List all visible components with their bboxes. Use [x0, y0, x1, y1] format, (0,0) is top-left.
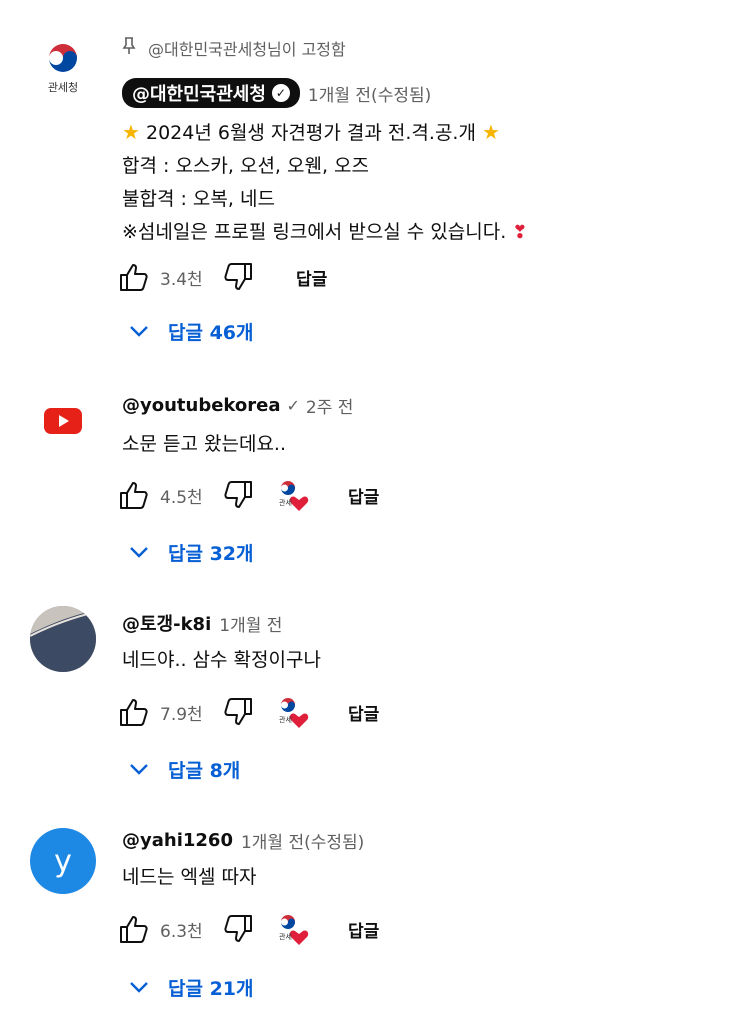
reply-button[interactable]: 답글: [296, 265, 327, 290]
dislike-icon[interactable]: [222, 261, 254, 293]
comment-actions: 3.4천 답글: [118, 260, 327, 294]
comment-actions: 6.3천 관세 답글: [118, 912, 379, 946]
author-name: @대한민국관세청: [132, 84, 266, 105]
user-photo-icon: [30, 606, 96, 672]
avatar-customs[interactable]: 관세청: [38, 40, 88, 100]
dislike-icon[interactable]: [222, 696, 254, 728]
youtube-logo-icon: [44, 408, 82, 434]
replies-count: 답글 32개: [168, 542, 254, 565]
like-icon[interactable]: [118, 696, 150, 728]
replies-count: 답글 8개: [168, 759, 241, 782]
comment-text-line: 불합격 : 오복, 네드: [122, 188, 275, 210]
pinned-label: @대한민국관세청님이 고정함: [148, 40, 346, 59]
pin-icon: [122, 37, 140, 59]
heart-badge-label: 관세: [279, 499, 292, 507]
creator-heart-badge: 관세: [276, 478, 310, 512]
comment-text-line: ※섬네일은 프로필 링크에서 받으실 수 있습니다. ❣: [122, 221, 528, 243]
comment-text-line: 합격 : 오스카, 오션, 오웬, 오즈: [122, 155, 369, 177]
verified-check-icon: ✓: [286, 395, 300, 415]
chevron-down-icon: [130, 764, 148, 775]
like-count: 4.5천: [160, 487, 203, 508]
avatar-youtube[interactable]: [30, 388, 96, 454]
reply-button[interactable]: 답글: [348, 483, 379, 508]
chevron-down-icon: [130, 547, 148, 558]
dislike-icon[interactable]: [222, 913, 254, 945]
comment-text-line: 네드야.. 삼수 확정이구나: [122, 649, 321, 671]
view-replies-button[interactable]: 답글 46개: [128, 314, 254, 348]
creator-heart-badge: 관세: [276, 695, 310, 729]
creator-heart-badge: 관세: [276, 912, 310, 946]
heart-badge-label: 관세: [279, 933, 292, 941]
star-icon: ★: [482, 120, 500, 144]
like-count: 6.3천: [160, 921, 203, 942]
verified-check-icon: ✓: [271, 84, 290, 102]
comment-time[interactable]: 1개월 전(수정됨): [241, 828, 364, 853]
view-replies-button[interactable]: 답글 32개: [128, 535, 254, 569]
comment-text-line: 소문 듣고 왔는데요..: [122, 433, 286, 455]
author-name[interactable]: @yahi1260: [122, 830, 233, 851]
like-icon[interactable]: [118, 261, 150, 293]
comment-time[interactable]: 1개월 전(수정됨): [308, 81, 431, 106]
comment-text-line: 네드는 엑셀 따자: [122, 866, 257, 888]
author-name[interactable]: @youtubekorea: [122, 395, 281, 416]
replies-count: 답글 21개: [168, 977, 254, 1000]
replies-count: 답글 46개: [168, 321, 254, 344]
comment-time[interactable]: 2주 전: [306, 393, 354, 418]
heart-badge-label: 관세: [279, 716, 292, 724]
star-icon: ★: [122, 120, 140, 144]
comment-actions: 7.9천 관세 답글: [118, 695, 379, 729]
avatar-letter[interactable]: y: [30, 828, 96, 894]
view-replies-button[interactable]: 답글 21개: [128, 970, 254, 1004]
chevron-down-icon: [130, 326, 148, 337]
reply-button[interactable]: 답글: [348, 700, 379, 725]
avatar-customs-label: 관세청: [47, 81, 79, 94]
heart-emoji-icon: ❣: [512, 222, 528, 243]
comment-actions: 4.5천 관세 답글: [118, 478, 379, 512]
chevron-down-icon: [130, 982, 148, 993]
author-chip[interactable]: @대한민국관세청 ✓: [122, 78, 300, 108]
like-count: 3.4천: [160, 269, 203, 290]
reply-button[interactable]: 답글: [348, 917, 379, 942]
view-replies-button[interactable]: 답글 8개: [128, 752, 240, 786]
like-icon[interactable]: [118, 479, 150, 511]
author-name[interactable]: @토갱-k8i: [122, 610, 211, 636]
pinned-indicator: @대한민국관세청님이 고정함: [122, 36, 725, 60]
like-count: 7.9천: [160, 704, 203, 725]
comment-time[interactable]: 1개월 전: [219, 611, 282, 636]
comment-text-line: ★ 2024년 6월생 자견평가 결과 전.격.공.개 ★: [122, 120, 500, 144]
like-icon[interactable]: [118, 913, 150, 945]
avatar-user-photo[interactable]: [30, 606, 96, 672]
dislike-icon[interactable]: [222, 479, 254, 511]
